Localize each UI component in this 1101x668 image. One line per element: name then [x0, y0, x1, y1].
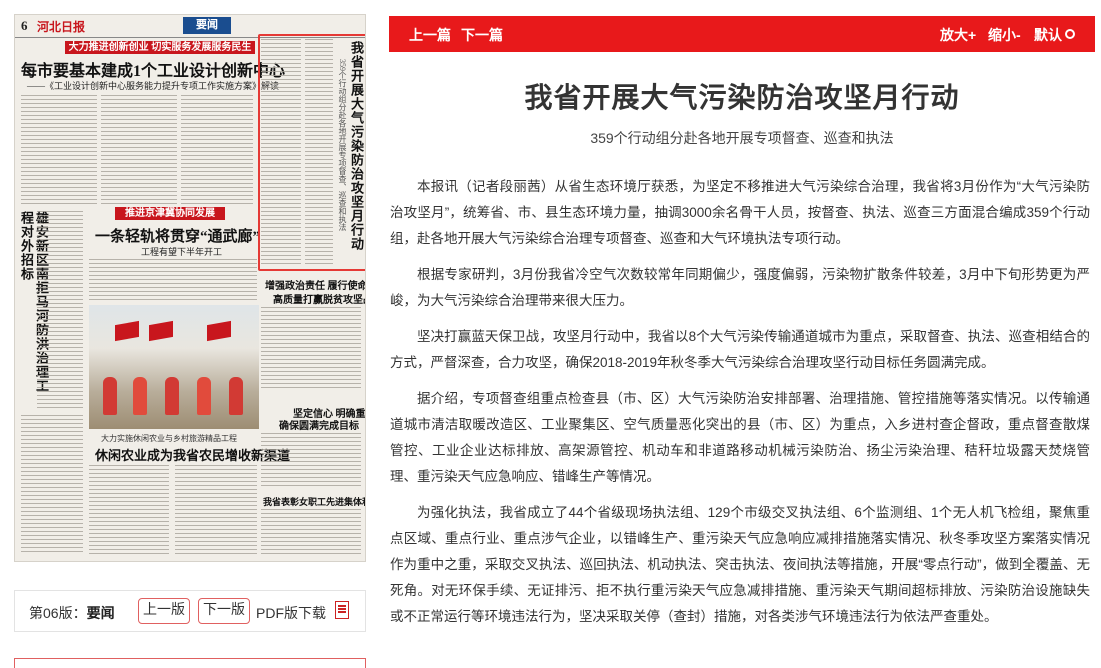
pdf-icon[interactable]: [335, 601, 349, 619]
flag-icon: [207, 320, 231, 342]
paper-page-number: 6: [21, 18, 28, 33]
article-body: 本报讯（记者段丽茜）从省生态环境厅获悉，为坚定不移推进大气污染综合治理，我省将3…: [390, 174, 1090, 640]
paper-headline-main[interactable]: 每市要基本建成1个工业设计创新中心: [21, 57, 285, 81]
paper-text-block: [175, 465, 257, 557]
paper-right-headline-1[interactable]: 增强政治责任 履行使命担当: [265, 277, 365, 292]
reset-icon[interactable]: [1065, 29, 1075, 39]
flag-icon: [149, 320, 173, 342]
paper-right-headline-5[interactable]: 我省表彰女职工先进集体和个人: [263, 495, 365, 508]
paper-text-block: [21, 95, 97, 205]
person-figure: [133, 377, 147, 415]
prev-page-button[interactable]: 上一版: [138, 598, 190, 624]
paper-right-headline-4[interactable]: 确保圆满完成目标: [279, 417, 359, 432]
highlight-box[interactable]: [258, 34, 365, 271]
paper-right-headline-2[interactable]: 高质量打赢脱贫攻坚战: [273, 291, 365, 306]
paper-headline-mid[interactable]: 一条轻轨将贯穿“通武廊”: [95, 225, 260, 246]
next-page-button[interactable]: 下一版: [198, 598, 250, 624]
paper-headline-main-sub: ——《工业设计创新中心服务能力提升专项工作实施方案》解读: [27, 81, 280, 91]
paper-bottom-kicker: 大力实施休闲农业与乡村旅游精品工程: [101, 434, 237, 443]
article-paragraph: 为强化执法，我省成立了44个省级现场执法组、129个市级交叉执法组、6个监测组、…: [390, 505, 1090, 624]
paper-section-label: 要闻: [183, 17, 231, 34]
newspaper-panel: 6 河北日报 要闻 大力推进创新创业 切实服务发展服务民生 每市要基本建成1个工…: [14, 14, 366, 668]
paper-text-block: [261, 433, 361, 489]
zoom-in-button[interactable]: 放大+: [940, 25, 976, 45]
paper-text-block: [261, 307, 361, 389]
page-navigation: 第06版：要闻 上一版 下一版 PDF版下载: [14, 590, 366, 632]
paper-text-block: [261, 509, 361, 557]
paper-text-block: [37, 211, 83, 411]
article-subtitle: 359个行动组分赴各地开展专项督查、巡查和执法: [590, 130, 894, 146]
article-toolbar: 上一篇 下一篇 放大+ 缩小- 默认: [389, 16, 1095, 52]
paper-text-block: [101, 95, 177, 205]
default-size-button[interactable]: 默认: [1034, 25, 1062, 45]
article-paragraph: 据介绍，专项督查组重点检查县（市、区）大气污染防治安排部署、治理措施、管控措施等…: [390, 391, 1090, 484]
paper-photo[interactable]: [89, 305, 259, 429]
next-article-link[interactable]: 下一篇: [461, 25, 503, 45]
article-paragraph: 根据专家研判，3月份我省冷空气次数较常年同期偏少，强度偏弱，污染物扩散条件较差，…: [390, 267, 1090, 308]
paper-text-block: [89, 259, 257, 301]
page-label: 第06版：要闻: [29, 603, 115, 623]
person-figure: [165, 377, 179, 415]
next-panel-edge: [14, 658, 366, 668]
page-label-prefix: 第06版：: [29, 605, 87, 621]
person-figure: [197, 377, 211, 415]
prev-article-link[interactable]: 上一篇: [409, 25, 451, 45]
newspaper-page-thumbnail[interactable]: 6 河北日报 要闻 大力推进创新创业 切实服务发展服务民生 每市要基本建成1个工…: [14, 14, 366, 562]
article-paragraph: 本报讯（记者段丽茜）从省生态环境厅获悉，为坚定不移推进大气污染综合治理，我省将3…: [390, 179, 1090, 246]
person-figure: [103, 377, 117, 415]
paper-text-block: [21, 415, 83, 555]
zoom-out-button[interactable]: 缩小-: [988, 25, 1021, 45]
person-figure: [229, 377, 243, 415]
paper-headline-mid-sub: 工程有望下半年开工: [141, 247, 223, 257]
paper-banner-mid: 推进京津冀协同发展: [115, 207, 225, 220]
paper-banner-top: 大力推进创新创业 切实服务发展服务民生: [65, 41, 255, 54]
paper-text-block: [89, 465, 169, 557]
article-paragraph: 坚决打赢蓝天保卫战，攻坚月行动中，我省以8个大气污染传输通道城市为重点，采取督查…: [390, 329, 1090, 370]
page-name: 要闻: [86, 605, 115, 621]
paper-text-block: [181, 95, 253, 205]
paper-logo: 河北日报: [37, 20, 86, 34]
article-title: 我省开展大气污染防治攻坚月行动: [524, 82, 960, 113]
flag-icon: [115, 320, 139, 342]
pdf-download-link[interactable]: PDF版下载: [256, 603, 326, 623]
